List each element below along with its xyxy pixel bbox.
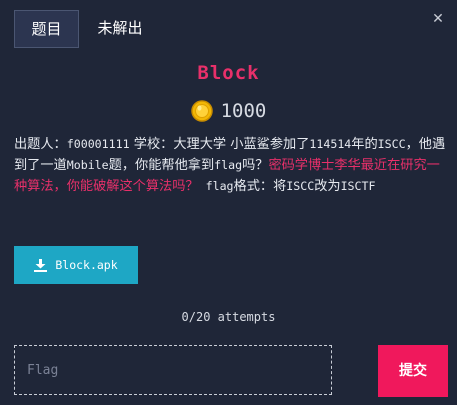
- points-display: 1000: [0, 96, 457, 126]
- challenge-description: 出题人：f00001111 学校：大理大学 小蓝鲨参加了114514年的ISCC…: [14, 137, 446, 194]
- download-icon: [34, 258, 48, 272]
- tab-unsolved[interactable]: 未解出: [87, 10, 153, 48]
- attempts-counter: 0/20 attempts: [181, 310, 276, 324]
- download-label: Block.apk: [55, 258, 118, 272]
- points-value: 1000: [220, 100, 267, 122]
- coin-icon: [190, 100, 213, 122]
- download-button[interactable]: Block.apk: [14, 246, 138, 284]
- submit-button[interactable]: 提交: [378, 345, 448, 397]
- close-icon[interactable]: ✕: [431, 12, 445, 26]
- tab-challenge[interactable]: 题目: [14, 10, 79, 48]
- flag-input[interactable]: [14, 345, 332, 395]
- challenge-title: Block: [197, 62, 260, 84]
